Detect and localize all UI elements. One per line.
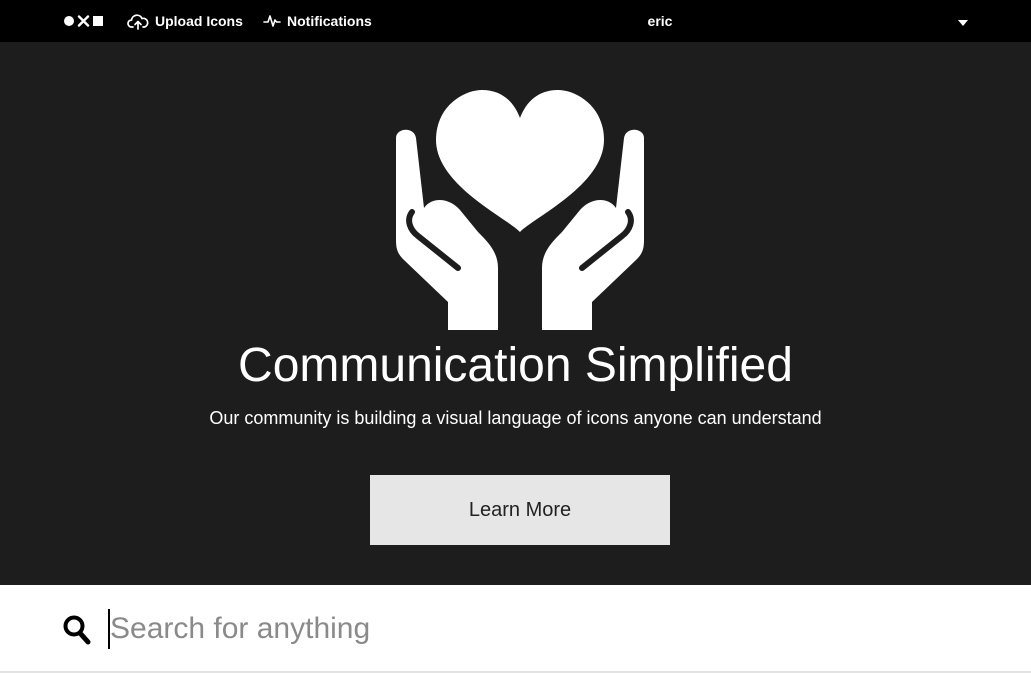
hero-title: Communication Simplified — [238, 339, 793, 392]
upload-icons-link[interactable]: Upload Icons — [127, 0, 243, 42]
hero-banner: Communication Simplified Our community i… — [0, 42, 1031, 585]
search-icon[interactable] — [63, 615, 91, 645]
logo-icon[interactable] — [63, 15, 105, 27]
upload-icons-label: Upload Icons — [155, 13, 243, 29]
search-input[interactable] — [108, 609, 990, 649]
learn-more-button[interactable]: Learn More — [370, 475, 670, 545]
activity-pulse-icon — [263, 15, 281, 27]
user-menu-name[interactable]: eric — [600, 0, 720, 42]
notifications-link[interactable]: Notifications — [263, 0, 372, 42]
top-navigation-bar: Upload Icons Notifications eric — [0, 0, 1031, 42]
notifications-label: Notifications — [287, 13, 372, 29]
hands-holding-heart-icon — [396, 90, 644, 330]
search-bar — [0, 585, 1031, 673]
cloud-upload-icon — [127, 14, 149, 30]
hero-subtitle: Our community is building a visual langu… — [209, 408, 822, 428]
caret-down-icon[interactable] — [957, 19, 969, 27]
